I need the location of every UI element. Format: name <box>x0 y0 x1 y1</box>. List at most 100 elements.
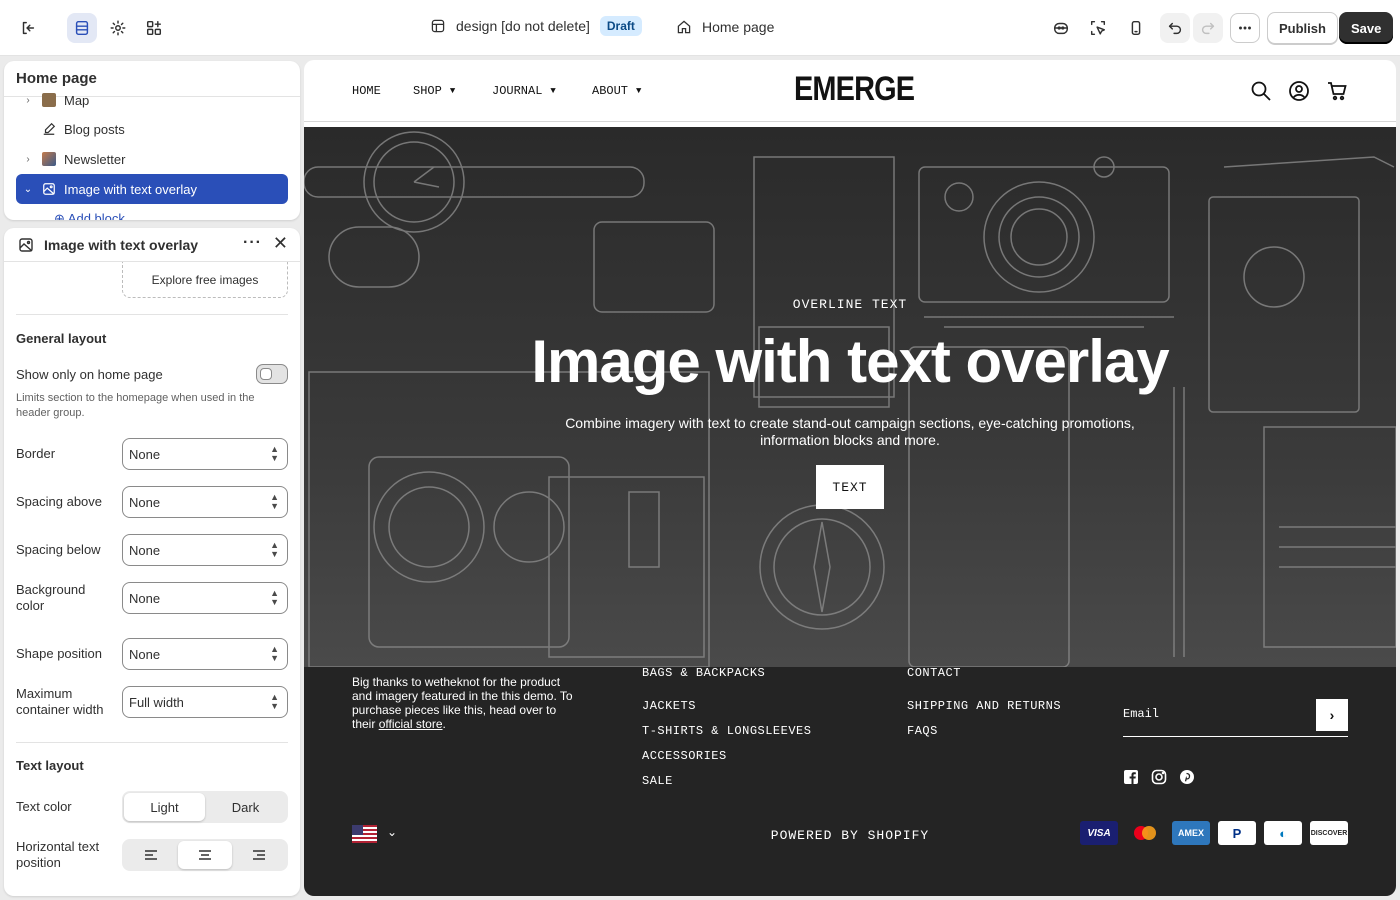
search-icon[interactable] <box>1250 80 1272 102</box>
spacing-above-label: Spacing above <box>16 494 103 509</box>
more-icon[interactable]: ··· <box>243 234 262 252</box>
discover-icon: DISCOVER <box>1310 821 1348 845</box>
newsletter-thumbnail <box>42 152 56 166</box>
background-color-label: Background color <box>16 582 86 613</box>
spacing-below-label: Spacing below <box>16 542 101 557</box>
select-arrows-icon: ▲ ▼ <box>270 588 279 607</box>
mastercard-icon <box>1126 821 1164 845</box>
footer-link-tshirts[interactable]: T-SHIRTS & LONGSLEEVES <box>642 724 811 738</box>
more-icon[interactable] <box>1230 13 1260 43</box>
footer-link-faqs[interactable]: FAQS <box>907 724 938 738</box>
official-store-link[interactable]: official store <box>379 717 443 731</box>
sections-icon[interactable] <box>67 13 97 43</box>
text-color-light[interactable]: Light <box>124 793 205 821</box>
general-layout-heading: General layout <box>16 331 107 346</box>
facebook-icon[interactable] <box>1123 769 1139 785</box>
explore-free-images-button[interactable]: Explore free images <box>122 262 288 298</box>
image-text-icon <box>19 237 33 252</box>
tree-item-newsletter[interactable]: › Newsletter <box>16 144 288 174</box>
close-icon[interactable]: ✕ <box>273 233 288 254</box>
store-header: HOME SHOP ▼ JOURNAL ▼ ABOUT ▼ EMERGE <box>304 60 1396 122</box>
footer-link-contact[interactable]: CONTACT <box>907 666 961 680</box>
footer-link-sale[interactable]: SALE <box>642 774 673 788</box>
diners-icon: ◐ <box>1264 821 1302 845</box>
tree-item-label: Image with text overlay <box>64 181 197 197</box>
text-color-label: Text color <box>16 799 72 814</box>
page-name: Home page <box>702 19 775 35</box>
chevron-down-icon: ▼ <box>449 86 456 96</box>
tree-item-label: Blog posts <box>64 121 125 137</box>
text-color-dark[interactable]: Dark <box>205 793 286 821</box>
home-only-label: Show only on home page <box>16 367 163 382</box>
gear-icon[interactable] <box>103 13 133 43</box>
hero-button[interactable]: TEXT <box>816 465 884 509</box>
footer-link-accessories[interactable]: ACCESSORIES <box>642 749 727 763</box>
align-center-icon[interactable] <box>178 841 232 869</box>
section-tree-panel: Home page › Map Blog posts › Newsletter … <box>4 61 300 220</box>
tree-item-image-with-text-overlay[interactable]: ⌄ Image with text overlay <box>16 174 288 204</box>
apps-icon[interactable] <box>139 13 169 43</box>
pinterest-icon[interactable] <box>1179 769 1195 785</box>
nav-home[interactable]: HOME <box>352 84 381 98</box>
spacing-above-select[interactable]: None ▲ ▼ <box>122 486 288 518</box>
nav-journal[interactable]: JOURNAL ▼ <box>492 84 556 98</box>
hero-background-illustration <box>304 131 1396 667</box>
home-icon <box>677 20 691 34</box>
store-logo[interactable]: EMERGE <box>794 70 915 109</box>
exit-icon[interactable] <box>13 13 43 43</box>
home-only-help: Limits section to the homepage when used… <box>16 392 255 419</box>
paypal-icon: P <box>1218 821 1256 845</box>
tree-item-map[interactable]: › Map <box>16 89 288 111</box>
home-only-toggle[interactable] <box>256 364 288 384</box>
nav-shop[interactable]: SHOP ▼ <box>413 84 455 98</box>
redo-icon[interactable] <box>1193 13 1223 43</box>
align-left-icon[interactable] <box>124 841 178 869</box>
hero-text: Combine imagery with text to create stan… <box>565 415 1135 448</box>
arrow-right-icon[interactable]: › <box>1316 699 1348 731</box>
max-width-select[interactable]: Full width ▲ ▼ <box>122 686 288 718</box>
hero-overline: OVERLINE TEXT <box>792 297 908 312</box>
image-text-icon <box>43 183 55 195</box>
store-preview: HOME SHOP ▼ JOURNAL ▼ ABOUT ▼ EMERGE OVE… <box>304 60 1396 896</box>
hero-image-section: OVERLINE TEXT Image with text overlay Co… <box>304 127 1396 667</box>
editor-topbar: design [do not delete] Draft Home page P… <box>0 0 1400 56</box>
theme-selector[interactable]: design [do not delete] Draft <box>430 16 642 36</box>
cart-icon[interactable] <box>1326 80 1348 102</box>
nav-about[interactable]: ABOUT ▼ <box>592 84 641 98</box>
mobile-icon[interactable] <box>1121 13 1151 43</box>
edit-icon <box>43 122 56 135</box>
inspector-icon[interactable] <box>1083 13 1113 43</box>
align-right-icon[interactable] <box>232 841 286 869</box>
chevron-down-icon: ⌄ <box>23 183 33 195</box>
background-color-select[interactable]: None ▲ ▼ <box>122 582 288 614</box>
text-layout-heading: Text layout <box>16 758 84 773</box>
footer-link-bags[interactable]: BAGS & BACKPACKS <box>642 666 765 680</box>
horizontal-position-label: Horizontal text position <box>16 839 100 870</box>
select-arrows-icon: ▲ ▼ <box>270 692 279 711</box>
page-selector[interactable]: Home page <box>676 19 774 35</box>
footer-link-jackets[interactable]: JACKETS <box>642 699 696 713</box>
save-button[interactable]: Save <box>1339 12 1394 44</box>
select-arrows-icon: ▲ ▼ <box>270 540 279 559</box>
text-color-segmented: Light Dark <box>122 791 288 823</box>
account-icon[interactable] <box>1288 80 1310 102</box>
newsletter-email-field[interactable]: Email › <box>1123 691 1348 737</box>
hero-title: Image with text overlay <box>531 328 1169 395</box>
spacing-below-select[interactable]: None ▲ ▼ <box>122 534 288 566</box>
add-block-link[interactable]: ⊕ Add block <box>54 211 125 220</box>
visa-icon: VISA <box>1080 821 1118 845</box>
tree-item-label: Map <box>64 92 90 108</box>
settings-title: Image with text overlay <box>44 236 199 253</box>
border-label: Border <box>16 446 56 461</box>
ai-icon[interactable] <box>1046 13 1076 43</box>
settings-header: Image with text overlay ··· ✕ <box>4 228 300 262</box>
border-select[interactable]: None ▲ ▼ <box>122 438 288 470</box>
publish-button[interactable]: Publish <box>1267 12 1338 44</box>
footer-link-shipping[interactable]: SHIPPING AND RETURNS <box>907 699 1061 713</box>
tree-item-blog-posts[interactable]: Blog posts <box>16 114 288 144</box>
instagram-icon[interactable] <box>1151 769 1167 785</box>
chevron-right-icon: › <box>26 94 30 106</box>
shape-position-select[interactable]: None ▲ ▼ <box>122 638 288 670</box>
undo-icon[interactable] <box>1160 13 1190 43</box>
theme-name: design [do not delete] <box>456 18 590 34</box>
